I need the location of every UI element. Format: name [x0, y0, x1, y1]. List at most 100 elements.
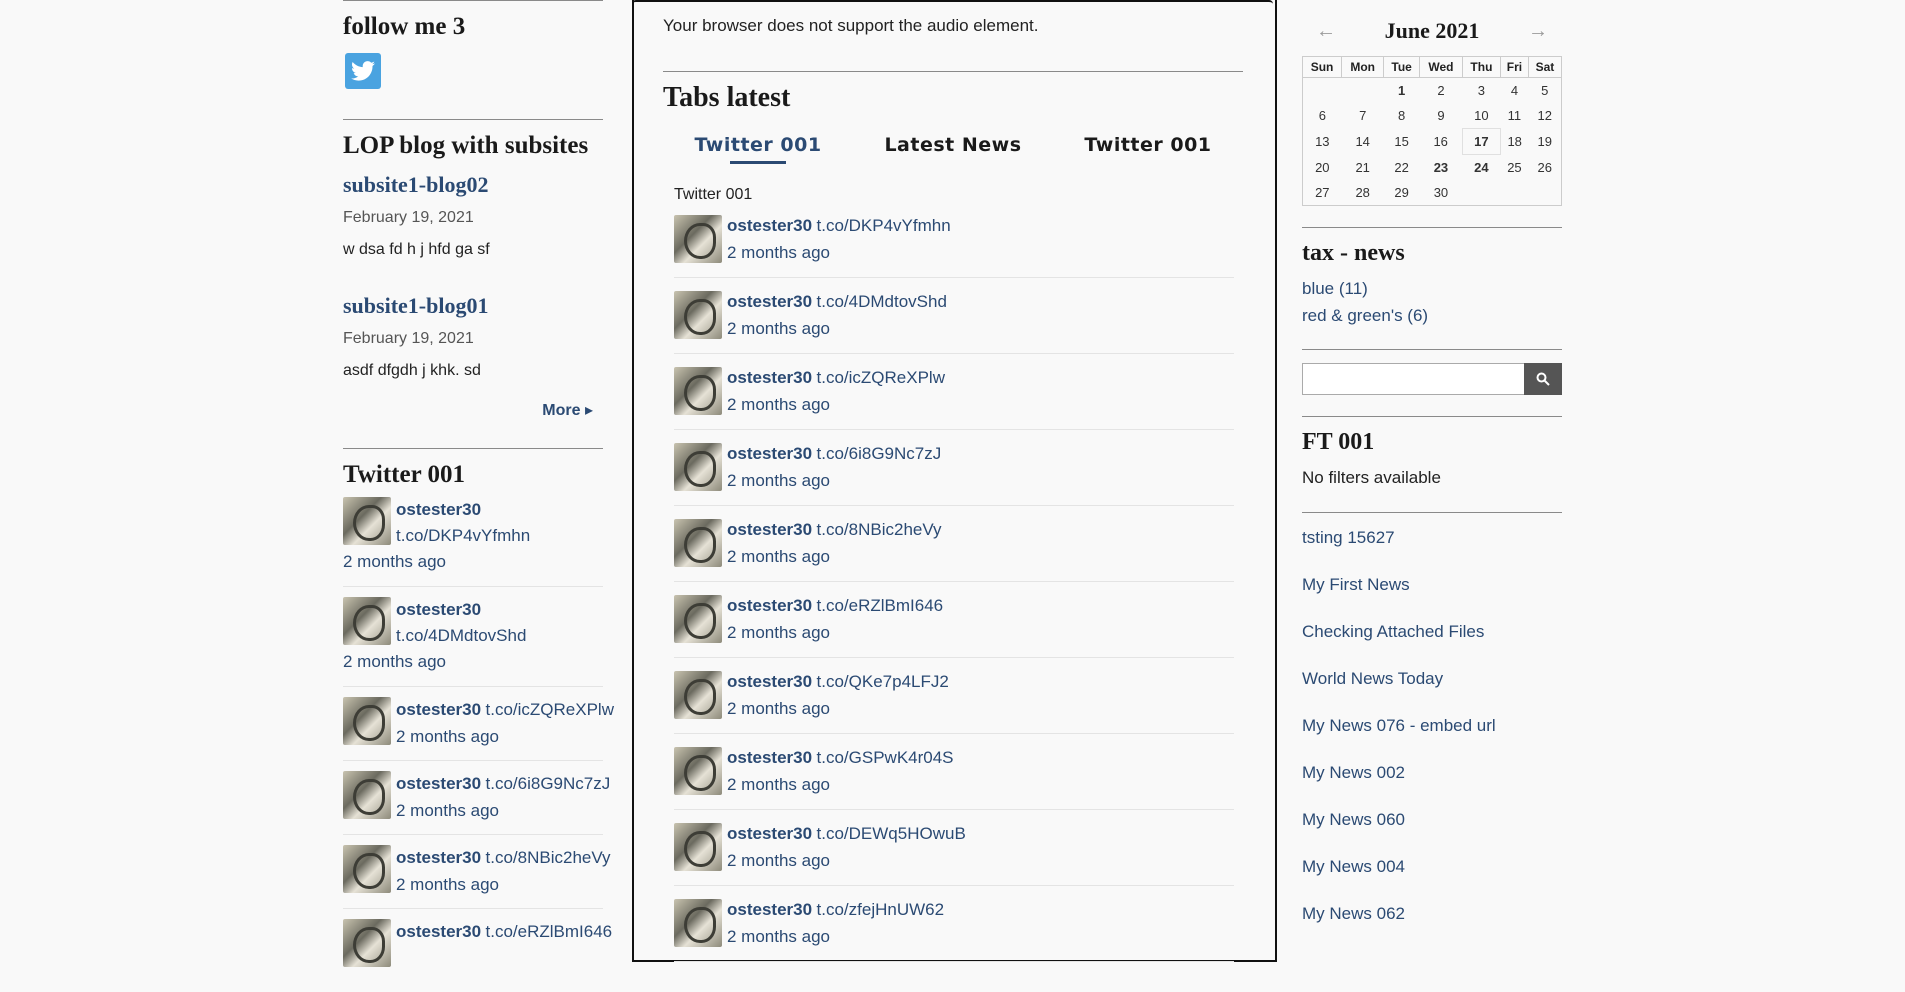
tweet-user[interactable]: ostester30 — [727, 824, 812, 843]
tweet-link[interactable]: t.co/QKe7p4LFJ2 — [817, 672, 949, 691]
tweet-user[interactable]: ostester30 — [396, 774, 481, 793]
post-title-link[interactable]: subsite1-blog01 — [343, 293, 603, 319]
calendar-day: 10 — [1474, 108, 1489, 123]
twitter-icon[interactable] — [345, 53, 381, 89]
tab-twitter-001[interactable]: Twitter 001 — [694, 134, 821, 164]
tweet-time[interactable]: 2 months ago — [343, 549, 603, 575]
tweet-time[interactable]: 2 months ago — [727, 924, 1234, 950]
calendar-month: June 2021 — [1384, 18, 1480, 43]
tweet-link[interactable]: t.co/8NBic2heVy — [817, 520, 942, 539]
avatar[interactable] — [674, 823, 722, 871]
avatar[interactable] — [343, 919, 391, 967]
tweet-user[interactable]: ostester30 — [727, 216, 812, 235]
arrow-left-icon[interactable]: ← — [1316, 20, 1336, 43]
tweet-link[interactable]: t.co/6i8G9Nc7zJ — [817, 444, 942, 463]
avatar[interactable] — [343, 771, 391, 819]
tweet-link[interactable]: t.co/DKP4vYfmhn — [396, 523, 603, 549]
tweet-user[interactable]: ostester30 — [727, 672, 812, 691]
tweet-time[interactable]: 2 months ago — [343, 649, 603, 675]
tweet-time[interactable]: 2 months ago — [396, 798, 603, 824]
tab-latest-news[interactable]: Latest News — [884, 134, 1021, 164]
tweet-user[interactable]: ostester30 — [727, 748, 812, 767]
tweet-link[interactable]: t.co/zfejHnUW62 — [817, 900, 945, 919]
tweet-time[interactable]: 2 months ago — [727, 696, 1234, 722]
tweet-time[interactable]: 2 months ago — [727, 772, 1234, 798]
tweet-time[interactable]: 2 months ago — [727, 392, 1234, 418]
calendar-day[interactable]: 24 — [1462, 155, 1500, 181]
avatar[interactable] — [674, 519, 722, 567]
tweet-user[interactable]: ostester30 — [396, 848, 481, 867]
tweet-link[interactable]: t.co/eRZlBmI646 — [817, 596, 944, 615]
weekday-header: Mon — [1341, 56, 1385, 78]
avatar[interactable] — [674, 899, 722, 947]
tweet-link[interactable]: t.co/GSPwK4r04S — [817, 748, 954, 767]
tweet-link[interactable]: t.co/DKP4vYfmhn — [817, 216, 951, 235]
tweet-user[interactable]: ostester30 — [727, 520, 812, 539]
post-excerpt: w dsa fd h j hfd ga sf — [343, 241, 490, 258]
tweet-link[interactable]: t.co/icZQReXPlw — [817, 368, 945, 387]
avatar[interactable] — [343, 597, 391, 645]
avatar[interactable] — [674, 747, 722, 795]
post-date: February 19, 2021 — [343, 209, 474, 226]
tweet-time[interactable]: 2 months ago — [727, 620, 1234, 646]
news-link[interactable]: My News 076 - embed url — [1302, 716, 1496, 736]
tweet-user[interactable]: ostester30 — [727, 292, 812, 311]
tweet-link[interactable]: t.co/8NBic2heVy — [486, 848, 611, 867]
tweet-time[interactable]: 2 months ago — [396, 724, 603, 750]
tweet-time[interactable]: 2 months ago — [727, 544, 1234, 570]
news-link[interactable]: My News 062 — [1302, 904, 1405, 924]
tab-twitter-001-second[interactable]: Twitter 001 — [1084, 134, 1211, 164]
calendar-day: 15 — [1394, 134, 1409, 149]
news-link[interactable]: My News 004 — [1302, 857, 1405, 877]
more-link[interactable]: More ▸ — [343, 400, 593, 420]
avatar[interactable] — [674, 443, 722, 491]
tweet-user[interactable]: ostester30 — [396, 922, 481, 941]
post-title-link[interactable]: subsite1-blog02 — [343, 172, 603, 198]
calendar-day: 14 — [1355, 134, 1370, 149]
tweet-user[interactable]: ostester30 — [396, 700, 481, 719]
news-link[interactable]: My News 002 — [1302, 763, 1405, 783]
avatar[interactable] — [674, 215, 722, 263]
tweet-user[interactable]: ostester30 — [396, 497, 603, 523]
tweet-link[interactable]: t.co/4DMdtovShd — [396, 623, 603, 649]
avatar[interactable] — [343, 697, 391, 745]
tweet-link[interactable]: t.co/eRZlBmI646 — [486, 922, 613, 941]
avatar[interactable] — [674, 671, 722, 719]
tax-link-blue[interactable]: blue (11) — [1302, 279, 1368, 299]
news-link[interactable]: My First News — [1302, 575, 1410, 595]
news-link[interactable]: Checking Attached Files — [1302, 622, 1484, 642]
news-link[interactable]: tsting 15627 — [1302, 528, 1395, 548]
avatar[interactable] — [674, 367, 722, 415]
tweet-time[interactable]: 2 months ago — [727, 240, 1234, 266]
calendar-day[interactable]: 1 — [1384, 78, 1420, 104]
avatar[interactable] — [343, 845, 391, 893]
avatar[interactable] — [674, 595, 722, 643]
tweet-user[interactable]: ostester30 — [727, 444, 812, 463]
news-link[interactable]: World News Today — [1302, 669, 1443, 689]
search-icon — [1536, 372, 1550, 386]
calendar-day: 26 — [1537, 159, 1552, 175]
tweet-link[interactable]: t.co/DEWq5HOwuB — [817, 824, 966, 843]
avatar[interactable] — [343, 497, 391, 545]
divider — [1302, 349, 1562, 350]
tweet-time[interactable]: 2 months ago — [727, 848, 1234, 874]
tweet-time[interactable]: 2 months ago — [727, 468, 1234, 494]
tweet-link[interactable]: t.co/4DMdtovShd — [817, 292, 947, 311]
tweet-time[interactable]: 2 months ago — [396, 872, 603, 898]
tweet-user[interactable]: ostester30 — [727, 368, 812, 387]
tweet-user[interactable]: ostester30 — [727, 596, 812, 615]
tax-link-red-green[interactable]: red & green's (6) — [1302, 306, 1428, 326]
search-button[interactable] — [1524, 363, 1562, 395]
tweet-user[interactable]: ostester30 — [727, 900, 812, 919]
avatar[interactable] — [674, 291, 722, 339]
news-link[interactable]: My News 060 — [1302, 810, 1405, 830]
tweet-user[interactable]: ostester30 — [396, 597, 603, 623]
search-input[interactable] — [1302, 363, 1526, 395]
tweet-time[interactable]: 2 months ago — [727, 316, 1234, 342]
calendar-day[interactable]: 23 — [1420, 155, 1463, 181]
tweet-link[interactable]: t.co/icZQReXPlw — [486, 700, 614, 719]
arrow-right-icon[interactable]: → — [1528, 20, 1548, 43]
tweet-link[interactable]: t.co/6i8G9Nc7zJ — [486, 774, 611, 793]
tweet-item: ostester30 t.co/zfejHnUW62 2 months ago — [674, 897, 1234, 962]
tweet-item: ostester30 t.co/DKP4vYfmhn 2 months ago — [343, 497, 603, 587]
